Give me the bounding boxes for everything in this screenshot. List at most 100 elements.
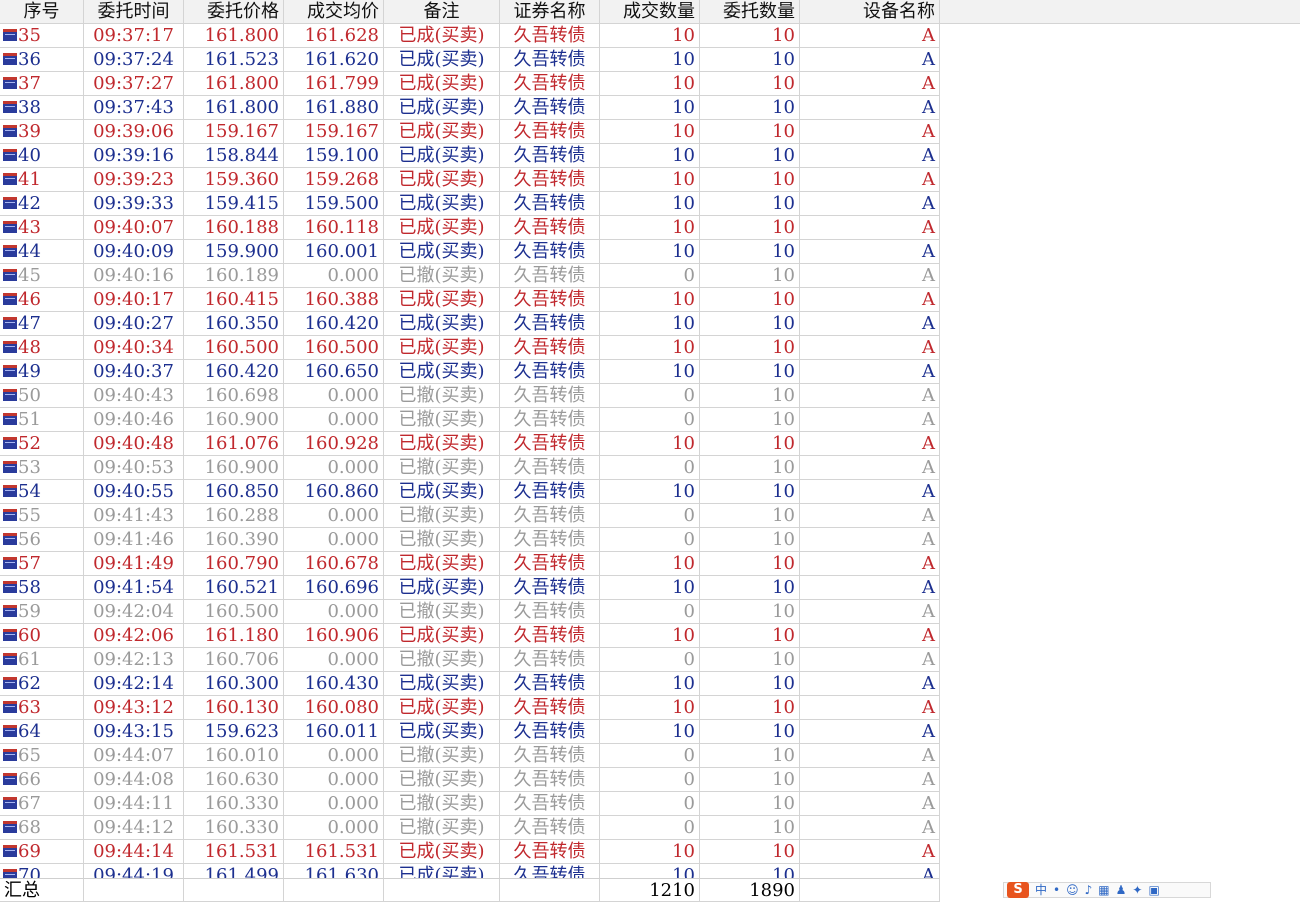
ime-voice-icon[interactable]: ♪ (1085, 882, 1093, 898)
cell-order-price: 160.420 (184, 360, 284, 384)
cell-avg-price: 160.860 (284, 480, 384, 504)
cell-filled-qty: 0 (600, 504, 700, 528)
header-avg-price[interactable]: 成交均价 (284, 0, 384, 24)
ime-keyboard-icon[interactable]: ▦ (1098, 882, 1109, 898)
cell-seq: 47 (0, 312, 84, 336)
table-row[interactable]: 48 09:40:34 160.500 160.500 已成(买卖) 久吾转债 10 10 A (0, 336, 940, 360)
cell-note: 已成(买卖) (384, 312, 500, 336)
cell-order-price: 158.844 (184, 144, 284, 168)
header-seq[interactable]: 序号 (0, 0, 84, 24)
header-device-name[interactable]: 设备名称 (800, 0, 940, 24)
table-row[interactable]: 53 09:40:53 160.900 0.000 已撤(买卖) 久吾转债 0 10 A (0, 456, 940, 480)
table-row[interactable]: 42 09:39:33 159.415 159.500 已成(买卖) 久吾转债 10 10 A (0, 192, 940, 216)
cell-order-qty: 10 (700, 48, 800, 72)
table-row[interactable]: 60 09:42:06 161.180 160.906 已成(买卖) 久吾转债 10 10 A (0, 624, 940, 648)
cell-filled-qty: 10 (600, 696, 700, 720)
table-row[interactable]: 52 09:40:48 161.076 160.928 已成(买卖) 久吾转债 10 10 A (0, 432, 940, 456)
cell-order-time: 09:41:54 (84, 576, 184, 600)
cell-seq: 58 (0, 576, 84, 600)
table-row[interactable]: 51 09:40:46 160.900 0.000 已撤(买卖) 久吾转债 0 10 A (0, 408, 940, 432)
table-row[interactable]: 57 09:41:49 160.790 160.678 已成(买卖) 久吾转债 10 10 A (0, 552, 940, 576)
table-row[interactable]: 50 09:40:43 160.698 0.000 已撤(买卖) 久吾转债 0 10 A (0, 384, 940, 408)
cell-filled-qty: 10 (600, 72, 700, 96)
cell-order-qty: 10 (700, 192, 800, 216)
cell-security-name: 久吾转债 (500, 576, 600, 600)
cell-order-qty: 10 (700, 672, 800, 696)
cell-security-name: 久吾转债 (500, 312, 600, 336)
cell-order-time: 09:44:11 (84, 792, 184, 816)
cell-order-time: 09:40:16 (84, 264, 184, 288)
cell-order-qty: 10 (700, 120, 800, 144)
cell-avg-price: 159.167 (284, 120, 384, 144)
header-note[interactable]: 备注 (384, 0, 500, 24)
table-row[interactable]: 35 09:37:17 161.800 161.628 已成(买卖) 久吾转债 10 10 A (0, 24, 940, 48)
cell-order-time: 09:40:46 (84, 408, 184, 432)
table-row[interactable]: 49 09:40:37 160.420 160.650 已成(买卖) 久吾转债 10 10 A (0, 360, 940, 384)
table-row[interactable]: 55 09:41:43 160.288 0.000 已撤(买卖) 久吾转债 0 10 A (0, 504, 940, 528)
cell-note: 已成(买卖) (384, 48, 500, 72)
cell-order-qty: 10 (700, 216, 800, 240)
table-row[interactable]: 47 09:40:27 160.350 160.420 已成(买卖) 久吾转债 10 10 A (0, 312, 940, 336)
table-row[interactable]: 38 09:37:43 161.800 161.880 已成(买卖) 久吾转债 10 10 A (0, 96, 940, 120)
table-row[interactable]: 61 09:42:13 160.706 0.000 已撤(买卖) 久吾转债 0 10 A (0, 648, 940, 672)
table-row[interactable]: 58 09:41:54 160.521 160.696 已成(买卖) 久吾转债 10 10 A (0, 576, 940, 600)
table-row[interactable]: 40 09:39:16 158.844 159.100 已成(买卖) 久吾转债 10 10 A (0, 144, 940, 168)
table-row[interactable]: 45 09:40:16 160.189 0.000 已撤(买卖) 久吾转债 0 10 A (0, 264, 940, 288)
ime-skin-icon[interactable]: ✦ (1132, 882, 1142, 898)
cell-order-qty: 10 (700, 480, 800, 504)
table-row[interactable]: 69 09:44:14 161.531 161.531 已成(买卖) 久吾转债 10 10 A (0, 840, 940, 864)
cell-filled-qty: 0 (600, 528, 700, 552)
table-row[interactable]: 56 09:41:46 160.390 0.000 已撤(买卖) 久吾转债 0 10 A (0, 528, 940, 552)
cell-avg-price: 161.531 (284, 840, 384, 864)
ime-menu-icon[interactable]: ▣ (1148, 882, 1159, 898)
table-row[interactable]: 41 09:39:23 159.360 159.268 已成(买卖) 久吾转债 10 10 A (0, 168, 940, 192)
cell-note: 已成(买卖) (384, 840, 500, 864)
table-row[interactable]: 64 09:43:15 159.623 160.011 已成(买卖) 久吾转债 10 10 A (0, 720, 940, 744)
table-row[interactable]: 68 09:44:12 160.330 0.000 已撤(买卖) 久吾转债 0 10 A (0, 816, 940, 840)
header-order-price[interactable]: 委托价格 (184, 0, 284, 24)
table-row[interactable]: 44 09:40:09 159.900 160.001 已成(买卖) 久吾转债 10 10 A (0, 240, 940, 264)
table-row[interactable]: 36 09:37:24 161.523 161.620 已成(买卖) 久吾转债 10 10 A (0, 48, 940, 72)
cell-seq: 54 (0, 480, 84, 504)
header-security-name[interactable]: 证券名称 (500, 0, 600, 24)
cell-device-name: A (800, 456, 940, 480)
cell-seq: 41 (0, 168, 84, 192)
cell-order-price: 160.330 (184, 816, 284, 840)
table-row[interactable]: 67 09:44:11 160.330 0.000 已撤(买卖) 久吾转债 0 10 A (0, 792, 940, 816)
table-row[interactable]: 66 09:44:08 160.630 0.000 已撤(买卖) 久吾转债 0 10 A (0, 768, 940, 792)
table-row[interactable]: 62 09:42:14 160.300 160.430 已成(买卖) 久吾转债 10 10 A (0, 672, 940, 696)
ime-emoji-icon[interactable]: ☺ (1066, 882, 1079, 898)
cell-order-price: 160.698 (184, 384, 284, 408)
summary-empty (800, 878, 940, 902)
table-row[interactable]: 63 09:43:12 160.130 160.080 已成(买卖) 久吾转债 10 10 A (0, 696, 940, 720)
cell-security-name: 久吾转债 (500, 336, 600, 360)
cell-seq: 53 (0, 456, 84, 480)
table-row[interactable]: 39 09:39:06 159.167 159.167 已成(买卖) 久吾转债 10 10 A (0, 120, 940, 144)
header-order-time[interactable]: 委托时间 (84, 0, 184, 24)
cell-filled-qty: 0 (600, 768, 700, 792)
cell-device-name: A (800, 192, 940, 216)
table-row[interactable]: 59 09:42:04 160.500 0.000 已撤(买卖) 久吾转债 0 10 A (0, 600, 940, 624)
table-header: 序号 委托时间 委托价格 成交均价 备注 证券名称 成交数量 委托数量 设备名称 (0, 0, 940, 24)
ime-mode-toggle[interactable]: 中 (1035, 882, 1047, 898)
table-row[interactable]: 65 09:44:07 160.010 0.000 已撤(买卖) 久吾转债 0 10 A (0, 744, 940, 768)
cell-avg-price: 160.500 (284, 336, 384, 360)
header-filled-qty[interactable]: 成交数量 (600, 0, 700, 24)
cell-device-name: A (800, 120, 940, 144)
ime-logo-icon[interactable]: S (1007, 882, 1029, 898)
cell-seq: 69 (0, 840, 84, 864)
table-row[interactable]: 46 09:40:17 160.415 160.388 已成(买卖) 久吾转债 10 10 A (0, 288, 940, 312)
cell-security-name: 久吾转债 (500, 696, 600, 720)
ime-toolbar[interactable]: S 中 • ☺ ♪ ▦ ♟ ✦ ▣ (1003, 882, 1211, 898)
table-row[interactable]: 54 09:40:55 160.850 160.860 已成(买卖) 久吾转债 10 10 A (0, 480, 940, 504)
cell-order-price: 160.330 (184, 792, 284, 816)
cell-security-name: 久吾转债 (500, 840, 600, 864)
cell-device-name: A (800, 528, 940, 552)
ime-punctuation-icon[interactable]: • (1053, 882, 1060, 898)
table-row[interactable]: 43 09:40:07 160.188 160.118 已成(买卖) 久吾转债 10 10 A (0, 216, 940, 240)
cell-avg-price: 160.388 (284, 288, 384, 312)
cell-device-name: A (800, 576, 940, 600)
table-row[interactable]: 37 09:37:27 161.800 161.799 已成(买卖) 久吾转债 10 10 A (0, 72, 940, 96)
ime-user-icon[interactable]: ♟ (1116, 882, 1127, 898)
header-order-qty[interactable]: 委托数量 (700, 0, 800, 24)
